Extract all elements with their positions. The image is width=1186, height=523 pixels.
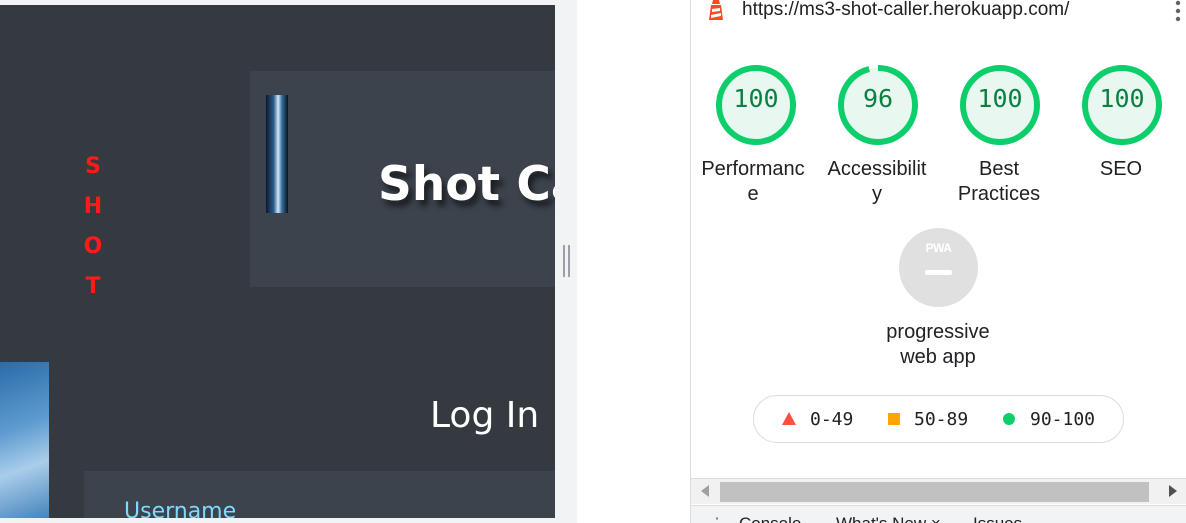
triangle-icon	[782, 412, 796, 425]
devtools-gap	[577, 0, 690, 523]
brand-letter: T	[85, 274, 101, 299]
lighthouse-icon	[709, 0, 723, 20]
gauge-score: 100	[977, 84, 1023, 113]
brand-letter: O	[83, 234, 103, 259]
scroll-left-arrow-icon[interactable]	[701, 485, 709, 497]
more-options-icon[interactable]	[1175, 0, 1181, 22]
legend-range: 0-49	[810, 409, 854, 430]
pwa-badge[interactable]: PWA	[899, 228, 978, 307]
gauge-seo[interactable]: 100	[1077, 60, 1167, 150]
pwa-label: progressive web app	[886, 321, 990, 368]
lighthouse-report-panel: https://ms3-shot-caller.herokuapp.com/ 1…	[690, 0, 1186, 523]
tab-whats-new[interactable]: What's New ×	[836, 514, 941, 523]
gauge-performance[interactable]: 100	[711, 60, 801, 150]
scroll-thumb[interactable]	[720, 482, 1149, 502]
vertical-brand-word: S H O T	[80, 147, 106, 307]
username-label: Username	[124, 499, 237, 518]
gauge-label: Best Practices	[957, 158, 1041, 205]
hero-banner: Shot Ca	[250, 71, 555, 287]
gauge-label: Performance	[701, 158, 805, 205]
pwa-badge-text: PWA	[925, 241, 952, 255]
hero-image	[266, 95, 288, 213]
legend-range: 50-89	[914, 409, 969, 430]
score-legend: 0-49 50-89 90-100	[753, 395, 1124, 443]
tab-issues[interactable]: Issues	[973, 514, 1022, 523]
gauge-accessibility[interactable]: 96	[833, 60, 923, 150]
tab-console[interactable]: Console	[739, 514, 801, 523]
drawer-menu-icon[interactable]: ⋮	[709, 514, 725, 523]
drawer-tab-bar: ⋮ Console What's New × Issues	[691, 505, 1186, 523]
square-icon	[888, 413, 900, 425]
pwa-dash-icon	[925, 270, 952, 275]
page-viewport: S H O T Shot Ca Log In Username	[0, 5, 555, 518]
login-heading: Log In	[430, 395, 540, 436]
brand-letter: S	[85, 154, 101, 179]
login-form-card: Username	[84, 471, 555, 518]
scroll-right-arrow-icon[interactable]	[1169, 485, 1177, 497]
gauge-score: 96	[862, 84, 894, 113]
gauge-score: 100	[1099, 84, 1145, 113]
gauge-label: SEO	[1099, 158, 1143, 180]
gauge-label: Accessibility	[827, 158, 927, 205]
report-url-bar: https://ms3-shot-caller.herokuapp.com/	[691, 0, 1186, 28]
brand-letter: H	[83, 194, 103, 219]
gauge-score: 100	[733, 84, 779, 113]
circle-icon	[1003, 413, 1015, 425]
gauge-best-practices[interactable]: 100	[955, 60, 1045, 150]
legend-range: 90-100	[1030, 409, 1096, 430]
resize-handle[interactable]	[563, 245, 570, 277]
hero-title: Shot Ca	[378, 157, 555, 212]
side-image	[0, 362, 49, 518]
report-url[interactable]: https://ms3-shot-caller.herokuapp.com/	[742, 0, 1069, 21]
horizontal-scrollbar[interactable]	[691, 478, 1186, 504]
